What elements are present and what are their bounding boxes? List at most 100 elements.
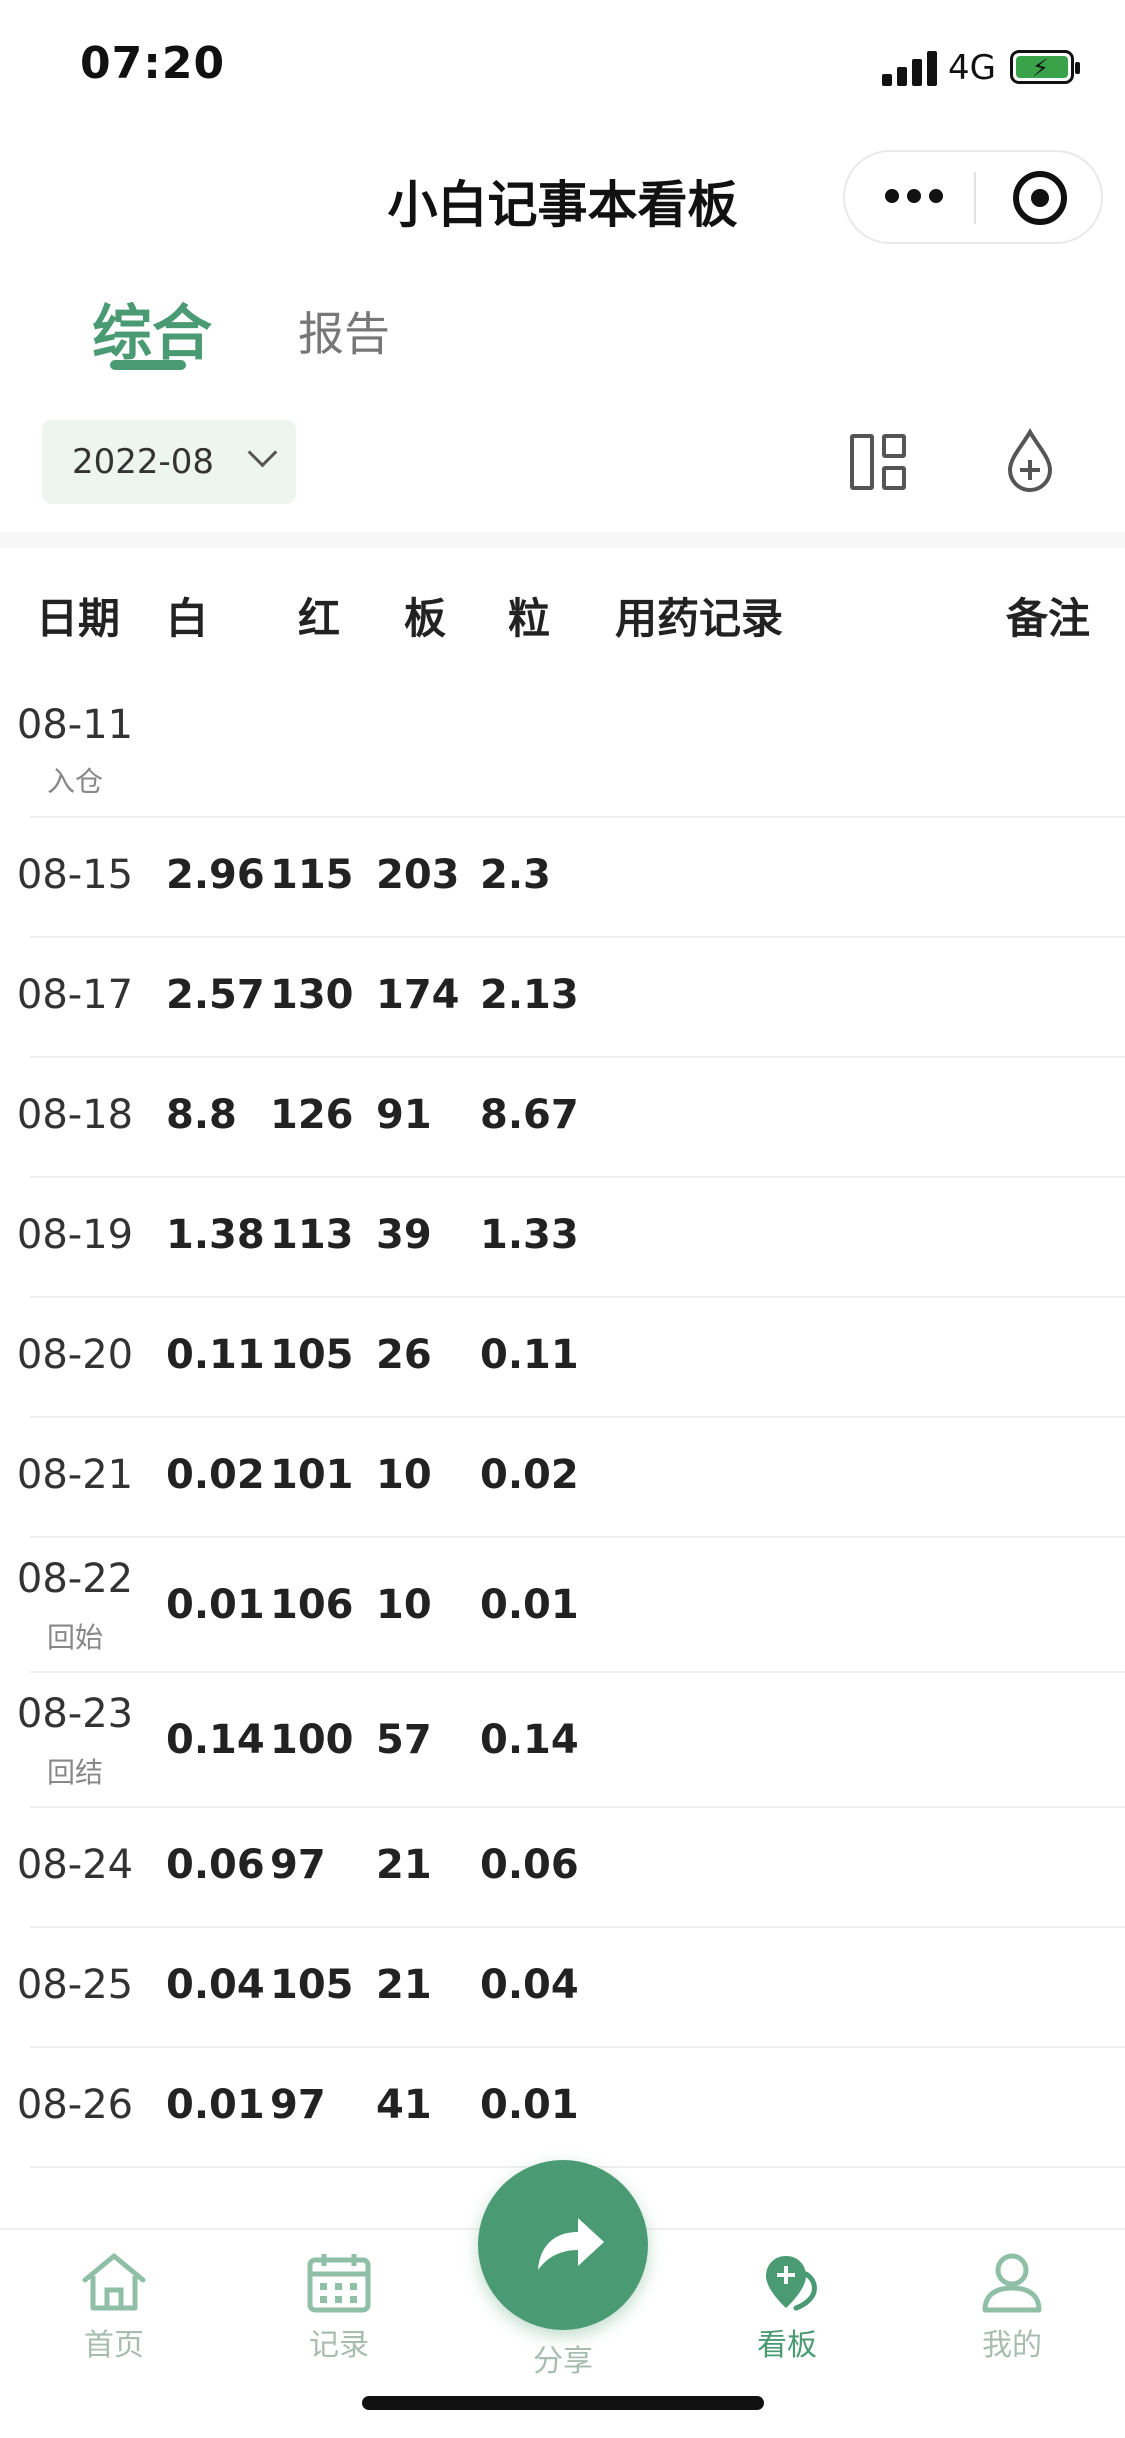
- row-hb: 126: [270, 1092, 354, 1138]
- row-wbc: 1.38: [166, 1212, 265, 1258]
- status-bar: 07:20 4G ⚡: [0, 0, 1125, 135]
- close-miniprogram-icon[interactable]: [1013, 171, 1067, 225]
- row-date: 08-17: [16, 972, 134, 1018]
- row-date-note: 入仓: [46, 765, 103, 798]
- board-icon: [752, 2250, 822, 2314]
- row-neut: 8.67: [480, 1092, 579, 1138]
- row-hb: 113: [270, 1212, 354, 1258]
- row-neut: 0.11: [480, 1332, 579, 1378]
- layout-grid-icon[interactable]: [850, 434, 906, 490]
- row-neut: 2.13: [480, 972, 579, 1018]
- table-row[interactable]: 08-22 回始 0.01 106 10 0.01: [0, 1538, 1125, 1673]
- row-hb: 101: [270, 1452, 354, 1498]
- table-row[interactable]: 08-23 回结 0.14 100 57 0.14: [0, 1673, 1125, 1808]
- table-row[interactable]: 08-15 2.96 115 203 2.3: [0, 818, 1125, 938]
- row-hb: 130: [270, 972, 354, 1018]
- tab-board-label: 看板: [757, 2328, 817, 2363]
- row-date: 08-21: [16, 1452, 134, 1498]
- table-header: 日期 白 红 板 粒 用药记录 备注: [0, 585, 1125, 645]
- table-row[interactable]: 08-11 入仓: [0, 668, 1125, 818]
- row-hb: 97: [270, 1842, 326, 1888]
- share-label: 分享: [533, 2344, 593, 2379]
- row-date: 08-24: [16, 1842, 134, 1888]
- row-plt: 26: [376, 1332, 432, 1378]
- row-plt: 39: [376, 1212, 432, 1258]
- row-neut: 1.33: [480, 1212, 579, 1258]
- row-date: 08-18: [16, 1092, 134, 1138]
- row-neut: 2.3: [480, 852, 551, 898]
- miniprogram-capsule: [843, 150, 1103, 244]
- col-wbc: 白: [166, 594, 209, 643]
- table-row[interactable]: 08-18 8.8 126 91 8.67: [0, 1058, 1125, 1178]
- home-icon: [79, 2250, 149, 2314]
- more-icon[interactable]: [885, 184, 945, 208]
- row-date: 08-19: [16, 1212, 134, 1258]
- calendar-icon: [304, 2250, 374, 2314]
- battery-icon: ⚡: [1010, 50, 1080, 84]
- row-plt: 10: [376, 1582, 432, 1628]
- row-hb: 115: [270, 852, 354, 898]
- col-plt: 板: [404, 594, 447, 643]
- home-indicator: [362, 2396, 764, 2410]
- row-neut: 0.04: [480, 1962, 579, 2008]
- table-row[interactable]: 08-17 2.57 130 174 2.13: [0, 938, 1125, 1058]
- table-row[interactable]: 08-20 0.11 105 26 0.11: [0, 1298, 1125, 1418]
- tab-records[interactable]: 记录: [269, 2250, 409, 2364]
- capsule-divider: [974, 172, 976, 224]
- col-date: 日期: [36, 594, 121, 643]
- col-meds: 用药记录: [615, 594, 784, 643]
- row-date: 08-26: [16, 2082, 134, 2128]
- row-wbc: 2.96: [166, 852, 265, 898]
- row-neut: 0.01: [480, 2082, 579, 2128]
- tab-records-label: 记录: [309, 2328, 369, 2363]
- row-neut: 0.14: [480, 1717, 579, 1763]
- row-plt: 91: [376, 1092, 432, 1138]
- row-date: 08-25: [16, 1962, 134, 2008]
- row-wbc: 2.57: [166, 972, 265, 1018]
- tab-active-indicator: [110, 360, 186, 370]
- row-date: 08-11: [16, 702, 134, 748]
- col-hb: 红: [298, 594, 341, 643]
- row-plt: 41: [376, 2082, 432, 2128]
- section-divider: [0, 532, 1125, 548]
- row-hb: 105: [270, 1332, 354, 1378]
- row-date: 08-22: [16, 1556, 134, 1602]
- row-wbc: 0.06: [166, 1842, 265, 1888]
- row-hb: 100: [270, 1717, 354, 1763]
- month-select[interactable]: 2022-08: [42, 420, 296, 504]
- row-date-note: 回始: [46, 1621, 103, 1654]
- table-row[interactable]: 08-21 0.02 101 10 0.02: [0, 1418, 1125, 1538]
- row-wbc: 0.02: [166, 1452, 265, 1498]
- table-row[interactable]: 08-26 0.01 97 41 0.01: [0, 2048, 1125, 2168]
- row-neut: 0.01: [480, 1582, 579, 1628]
- table-row[interactable]: 08-19 1.38 113 39 1.33: [0, 1178, 1125, 1298]
- user-icon: [977, 2250, 1047, 2314]
- row-date-note: 回结: [46, 1756, 103, 1789]
- table-row[interactable]: 08-24 0.06 97 21 0.06: [0, 1808, 1125, 1928]
- row-plt: 10: [376, 1452, 432, 1498]
- tab-overview[interactable]: 综合: [92, 285, 212, 372]
- row-hb: 105: [270, 1962, 354, 2008]
- chevron-down-icon: [247, 437, 278, 468]
- col-neut: 粒: [508, 594, 551, 643]
- col-notes: 备注: [1006, 594, 1091, 643]
- row-neut: 0.06: [480, 1842, 579, 1888]
- row-date: 08-15: [16, 852, 134, 898]
- row-wbc: 0.14: [166, 1717, 265, 1763]
- tab-board[interactable]: 看板: [717, 2250, 857, 2364]
- tab-report[interactable]: 报告: [298, 298, 390, 364]
- add-drop-icon[interactable]: [1002, 427, 1058, 494]
- tab-mine[interactable]: 我的: [942, 2250, 1082, 2364]
- row-plt: 57: [376, 1717, 432, 1763]
- row-plt: 203: [376, 852, 460, 898]
- row-wbc: 8.8: [166, 1092, 237, 1138]
- row-date: 08-20: [16, 1332, 134, 1378]
- network-type: 4G: [948, 48, 996, 88]
- table-row[interactable]: 08-25 0.04 105 21 0.04: [0, 1928, 1125, 2048]
- tab-home-label: 首页: [84, 2328, 144, 2363]
- month-select-value: 2022-08: [72, 442, 215, 482]
- share-button[interactable]: [478, 2160, 648, 2330]
- row-date: 08-23: [16, 1691, 134, 1737]
- row-plt: 21: [376, 1962, 432, 2008]
- tab-home[interactable]: 首页: [44, 2250, 184, 2364]
